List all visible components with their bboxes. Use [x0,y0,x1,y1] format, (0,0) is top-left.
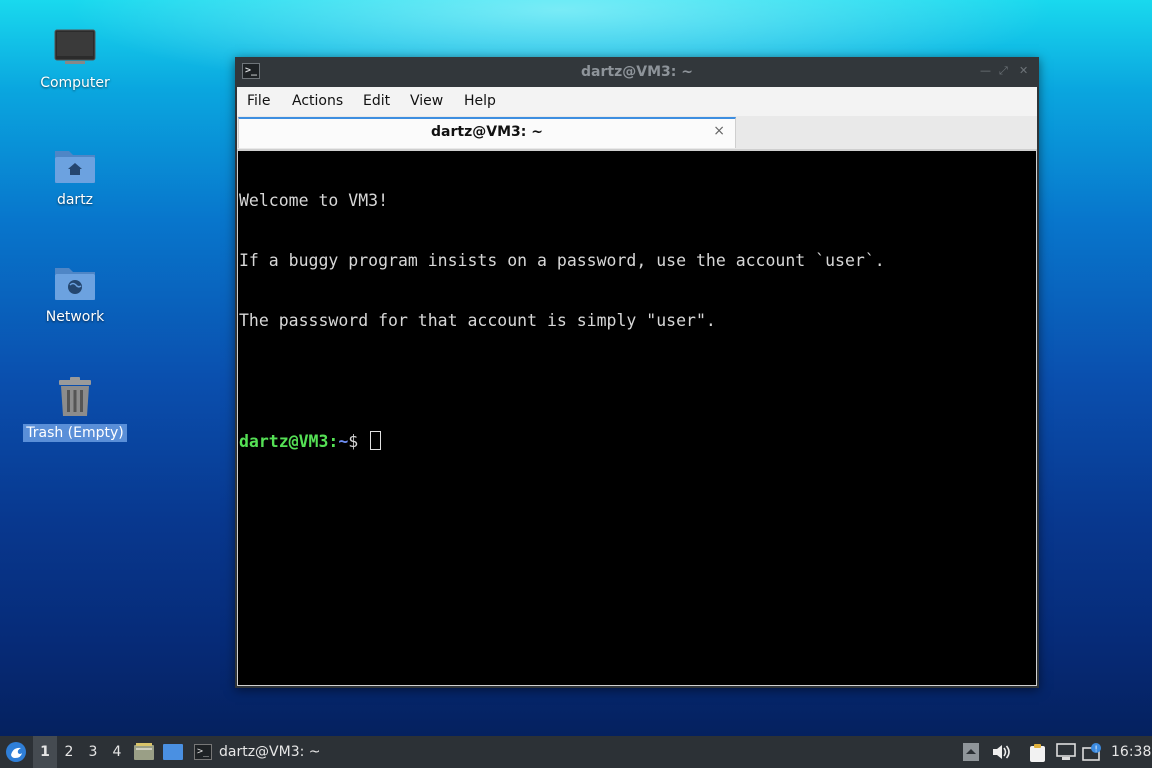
tab-bar: dartz@VM3: ~ × [237,116,1037,150]
prompt-symbol: $ [348,432,359,451]
menu-file[interactable]: File [247,93,270,109]
terminal-window[interactable]: >_ dartz@VM3: ~ — ⤢ ✕ File Actions Edit … [235,57,1039,688]
menu-view[interactable]: View [410,93,443,109]
file-manager-icon[interactable] [133,736,155,768]
menu-actions[interactable]: Actions [292,93,343,109]
taskbar-task-terminal[interactable]: >_ dartz@VM3: ~ [192,736,321,768]
desktop-icon-label: Network [45,309,105,325]
workspace-4[interactable]: 4 [105,736,129,768]
close-icon[interactable]: ✕ [1019,64,1028,77]
tab-label: dartz@VM3: ~ [431,124,543,140]
desktop-icon-trash[interactable]: Trash (Empty) [18,372,132,442]
maximize-icon[interactable]: ⤢ [999,64,1008,78]
tray-arrow-icon[interactable] [963,743,979,765]
computer-icon [18,22,132,68]
task-label: dartz@VM3: ~ [219,744,321,760]
volume-icon[interactable] [991,743,1011,765]
tab-close-icon[interactable]: × [713,123,725,139]
desktop-icon-network[interactable]: Network [18,256,132,326]
window-title: dartz@VM3: ~ [581,64,693,80]
workspace-2[interactable]: 2 [57,736,81,768]
start-menu-icon[interactable] [4,736,28,768]
home-folder-icon [18,139,132,185]
text-cursor [370,431,382,450]
prompt-separator: : [328,432,339,451]
desktop-icon-computer[interactable]: Computer [18,22,132,92]
prompt-user: dartz@VM3 [239,432,329,451]
menu-help[interactable]: Help [464,93,496,109]
window-titlebar[interactable]: >_ dartz@VM3: ~ — ⤢ ✕ [235,57,1039,87]
prompt-path: ~ [338,432,349,451]
terminal-output[interactable]: Welcome to VM3! If a buggy program insis… [237,150,1037,686]
clipboard-icon[interactable] [1028,743,1048,767]
terminal-line: If a buggy program insists on a password… [239,251,885,270]
network-icon[interactable] [1056,743,1076,765]
show-desktop-icon[interactable] [162,736,184,768]
desktop-icon-label: Trash (Empty) [23,424,127,442]
workspace-3[interactable]: 3 [81,736,105,768]
terminal-icon: >_ [194,744,212,760]
desktop-icon-label: dartz [56,192,94,208]
tab-terminal[interactable]: dartz@VM3: ~ × [238,117,736,148]
network-folder-icon [18,256,132,302]
terminal-line: Welcome to VM3! [239,191,389,210]
desktop-icon-label: Computer [40,75,110,91]
menu-edit[interactable]: Edit [363,93,390,109]
minimize-icon[interactable]: — [980,64,991,77]
svg-text:!: ! [1095,745,1098,754]
update-icon[interactable]: ! [1082,743,1102,767]
desktop-icon-home[interactable]: dartz [18,139,132,209]
trash-icon [18,372,132,418]
menubar: File Actions Edit View Help [237,87,1037,116]
workspace-1[interactable]: 1 [33,736,57,768]
clock[interactable]: 16:38 [1111,736,1151,768]
terminal-line: The passsword for that account is simply… [239,311,716,330]
terminal-prompt: dartz@VM3:~$ [239,431,1035,451]
taskbar: 1 2 3 4 >_ dartz@VM3: ~ ! 16:38 [0,736,1152,768]
